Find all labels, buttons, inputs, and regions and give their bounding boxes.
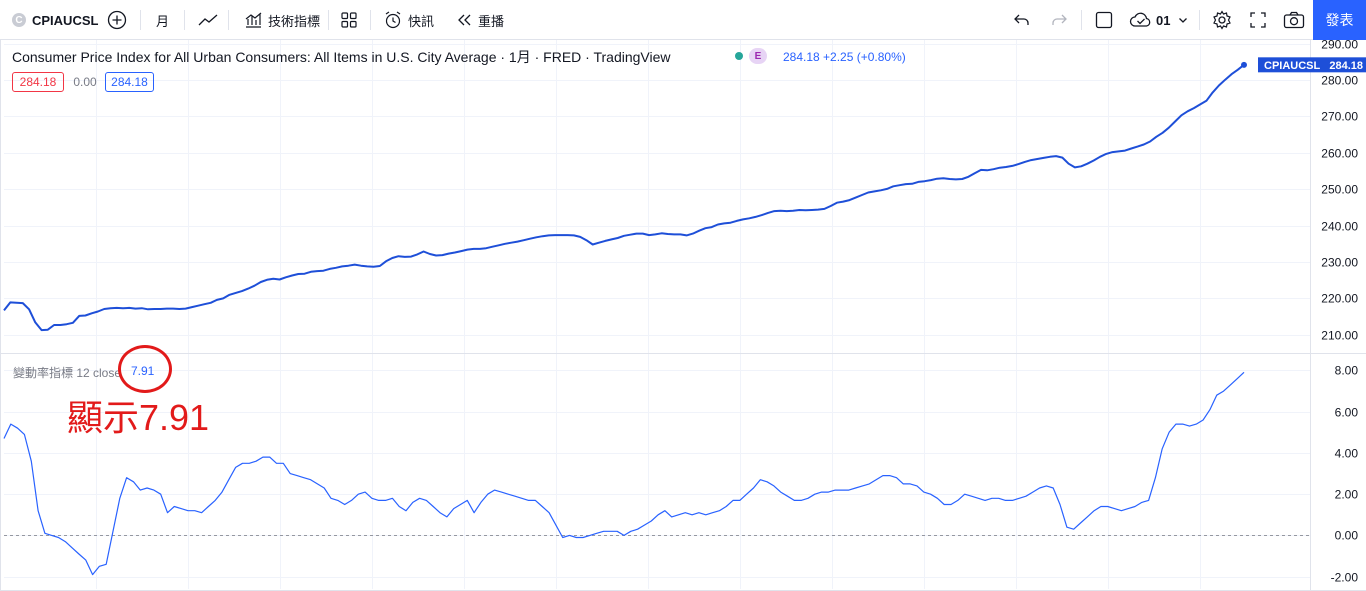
y-tick-label: 210.00 xyxy=(1321,329,1358,343)
annotation-circle xyxy=(118,345,172,393)
symbol-label: CPIAUCSL xyxy=(32,12,99,28)
compare-symbol-button[interactable] xyxy=(107,0,127,40)
market-status-dot xyxy=(735,52,743,60)
y-tick-label: 4.00 xyxy=(1335,447,1359,461)
last-price-dot xyxy=(1241,61,1247,68)
toolbar-divider xyxy=(1199,10,1200,30)
main-legend-title: Consumer Price Index for All Urban Consu… xyxy=(12,49,671,65)
ohlc-mid-value: 0.00 xyxy=(73,75,97,89)
indicators-icon xyxy=(245,12,262,28)
indicator-legend-label[interactable]: 變動率指標 12 close xyxy=(13,364,121,381)
redo-icon xyxy=(1052,14,1067,25)
alert-label: 快訊 xyxy=(408,13,435,29)
fullscreen-button[interactable] xyxy=(1249,0,1267,40)
alert-button[interactable]: 快訊 xyxy=(383,0,434,40)
redo-button[interactable] xyxy=(1050,0,1068,40)
toolbar-divider xyxy=(370,10,371,30)
layout-label: 01 xyxy=(1156,12,1171,28)
chart-type-button[interactable] xyxy=(198,0,218,40)
top-toolbar: C CPIAUCSL 月 技術指標 快訊 重播 01 發表 xyxy=(0,0,1366,40)
square-icon xyxy=(1095,11,1113,29)
symbol-search-button[interactable]: C CPIAUCSL xyxy=(12,0,98,40)
gear-icon xyxy=(1213,10,1231,30)
layout-save-button[interactable]: 01 xyxy=(1129,0,1188,40)
undo-button[interactable] xyxy=(1013,0,1031,40)
toolbar-divider xyxy=(228,10,229,30)
fullscreen-icon xyxy=(1250,12,1266,28)
toolbar-divider xyxy=(184,10,185,30)
replay-button[interactable]: 重播 xyxy=(456,0,504,40)
y-tick-label: 280.00 xyxy=(1321,74,1358,88)
chart-canvas[interactable]: 210.00 220.00 230.00 240.00 250.00 260.00 270.… xyxy=(0,40,1366,591)
alarm-clock-icon xyxy=(385,11,401,29)
snapshot-button[interactable] xyxy=(1283,0,1305,40)
y-tick-label: 250.00 xyxy=(1321,183,1358,197)
layout-templates-button[interactable] xyxy=(341,0,357,40)
y-tick-label: 220.00 xyxy=(1321,292,1358,306)
indicators-label: 技術指標 xyxy=(268,13,321,29)
toolbar-divider xyxy=(140,10,141,30)
price-change-label: 284.18 +2.25 (+0.80%) xyxy=(783,50,906,64)
plus-circle-icon xyxy=(107,10,127,30)
fullscreen-layout-button[interactable] xyxy=(1095,0,1113,40)
y-tick-label: 260.00 xyxy=(1321,147,1358,161)
grid-icon xyxy=(341,12,357,28)
indicators-button[interactable]: 技術指標 xyxy=(243,0,320,40)
settings-button[interactable] xyxy=(1212,0,1232,40)
last-price-symbol-label: CPIAUCSL xyxy=(1264,60,1321,72)
toolbar-divider xyxy=(328,10,329,30)
symbol-logo-icon: C xyxy=(12,13,26,27)
interval-button[interactable]: 月 xyxy=(156,0,169,40)
y-tick-label: 270.00 xyxy=(1321,110,1358,124)
cloud-check-icon xyxy=(1129,12,1151,27)
y-tick-label: 240.00 xyxy=(1321,220,1358,234)
undo-icon xyxy=(1014,14,1029,25)
chevron-down-icon xyxy=(1179,18,1188,23)
y-tick-label: 0.00 xyxy=(1335,529,1359,543)
line-chart-icon xyxy=(198,14,218,26)
earnings-badge[interactable]: E xyxy=(749,48,767,64)
replay-label: 重播 xyxy=(478,13,505,29)
ohlc-close-value: 284.18 xyxy=(105,72,154,92)
toolbar-divider xyxy=(1081,10,1082,30)
y-tick-label: -2.00 xyxy=(1331,571,1359,585)
rewind-icon xyxy=(458,14,471,26)
y-tick-label: 290.00 xyxy=(1321,40,1358,52)
y-tick-label: 6.00 xyxy=(1335,406,1359,420)
last-price-value-label: 284.18 xyxy=(1329,60,1363,72)
annotation-text: 顯示7.91 xyxy=(67,397,210,438)
camera-icon xyxy=(1283,11,1305,29)
publish-button[interactable]: 發表 xyxy=(1313,0,1366,40)
y-tick-label: 8.00 xyxy=(1335,364,1359,378)
price-series-line xyxy=(3,64,1245,332)
interval-label: 月 xyxy=(156,13,170,29)
y-tick-label: 230.00 xyxy=(1321,256,1358,270)
y-tick-label: 2.00 xyxy=(1335,488,1359,502)
ohlc-open-value: 284.18 xyxy=(12,72,64,92)
